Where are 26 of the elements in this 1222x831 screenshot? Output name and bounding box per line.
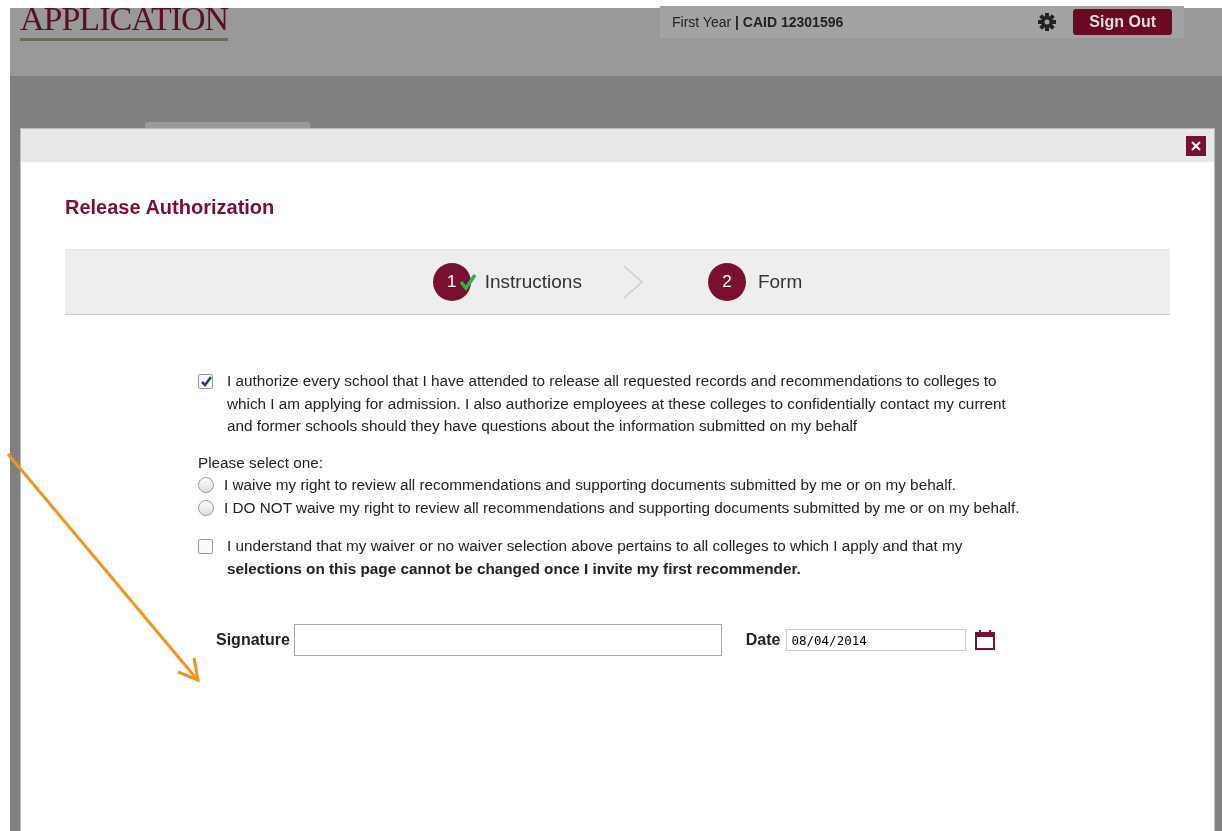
date-label: Date	[745, 629, 781, 650]
signature-input[interactable]	[293, 624, 722, 656]
step-number: 2	[707, 263, 746, 301]
logo-text: APPLICATION	[20, 4, 229, 41]
checkbox[interactable]	[198, 539, 213, 554]
signature-label: Signature	[216, 629, 290, 650]
radio-button[interactable]	[198, 477, 214, 493]
radio-label: I DO NOT waive my right to review all recommendations and supporting documents submitted by me or on my behalf.	[224, 497, 1020, 518]
acknowledgement-text: I understand that my waiver or no waiver selection above pertains to all colleges to which I apply and that my selections on this page cannot be changed once I invite my first recommender.	[227, 536, 964, 579]
step-label[interactable]: Instructions	[484, 271, 582, 293]
step-number: 1	[432, 263, 471, 301]
close-button[interactable]	[1186, 135, 1206, 156]
prompt-text: Please select one:	[198, 452, 324, 473]
settings-icon[interactable]	[1037, 12, 1058, 32]
user-info: First Year | CAID 12301596	[672, 14, 844, 30]
radio-label: I waive my right to review all recommendations and supporting documents submitted by me or on my behalf.	[224, 475, 957, 495]
calendar-icon[interactable]	[974, 629, 997, 651]
checkbox[interactable]	[198, 374, 213, 389]
sign-out-button[interactable]: Sign Out	[1073, 9, 1172, 35]
close-icon	[1191, 140, 1201, 151]
authorization-text: I authorize every school that I have attended to release all requested records and recommendations to colleges to which I am applying for admission. I also authorize employees at these colleges to confidentially contact my current and former schools should they have questions about the information submitted on my behalf	[227, 371, 1007, 436]
date-input[interactable]: 08/04/2014	[786, 629, 967, 651]
modal-title: Release Authorization	[65, 196, 276, 219]
radio-button[interactable]	[198, 499, 214, 516]
chevron-icon	[621, 265, 644, 299]
step-label[interactable]: Form	[757, 271, 803, 293]
